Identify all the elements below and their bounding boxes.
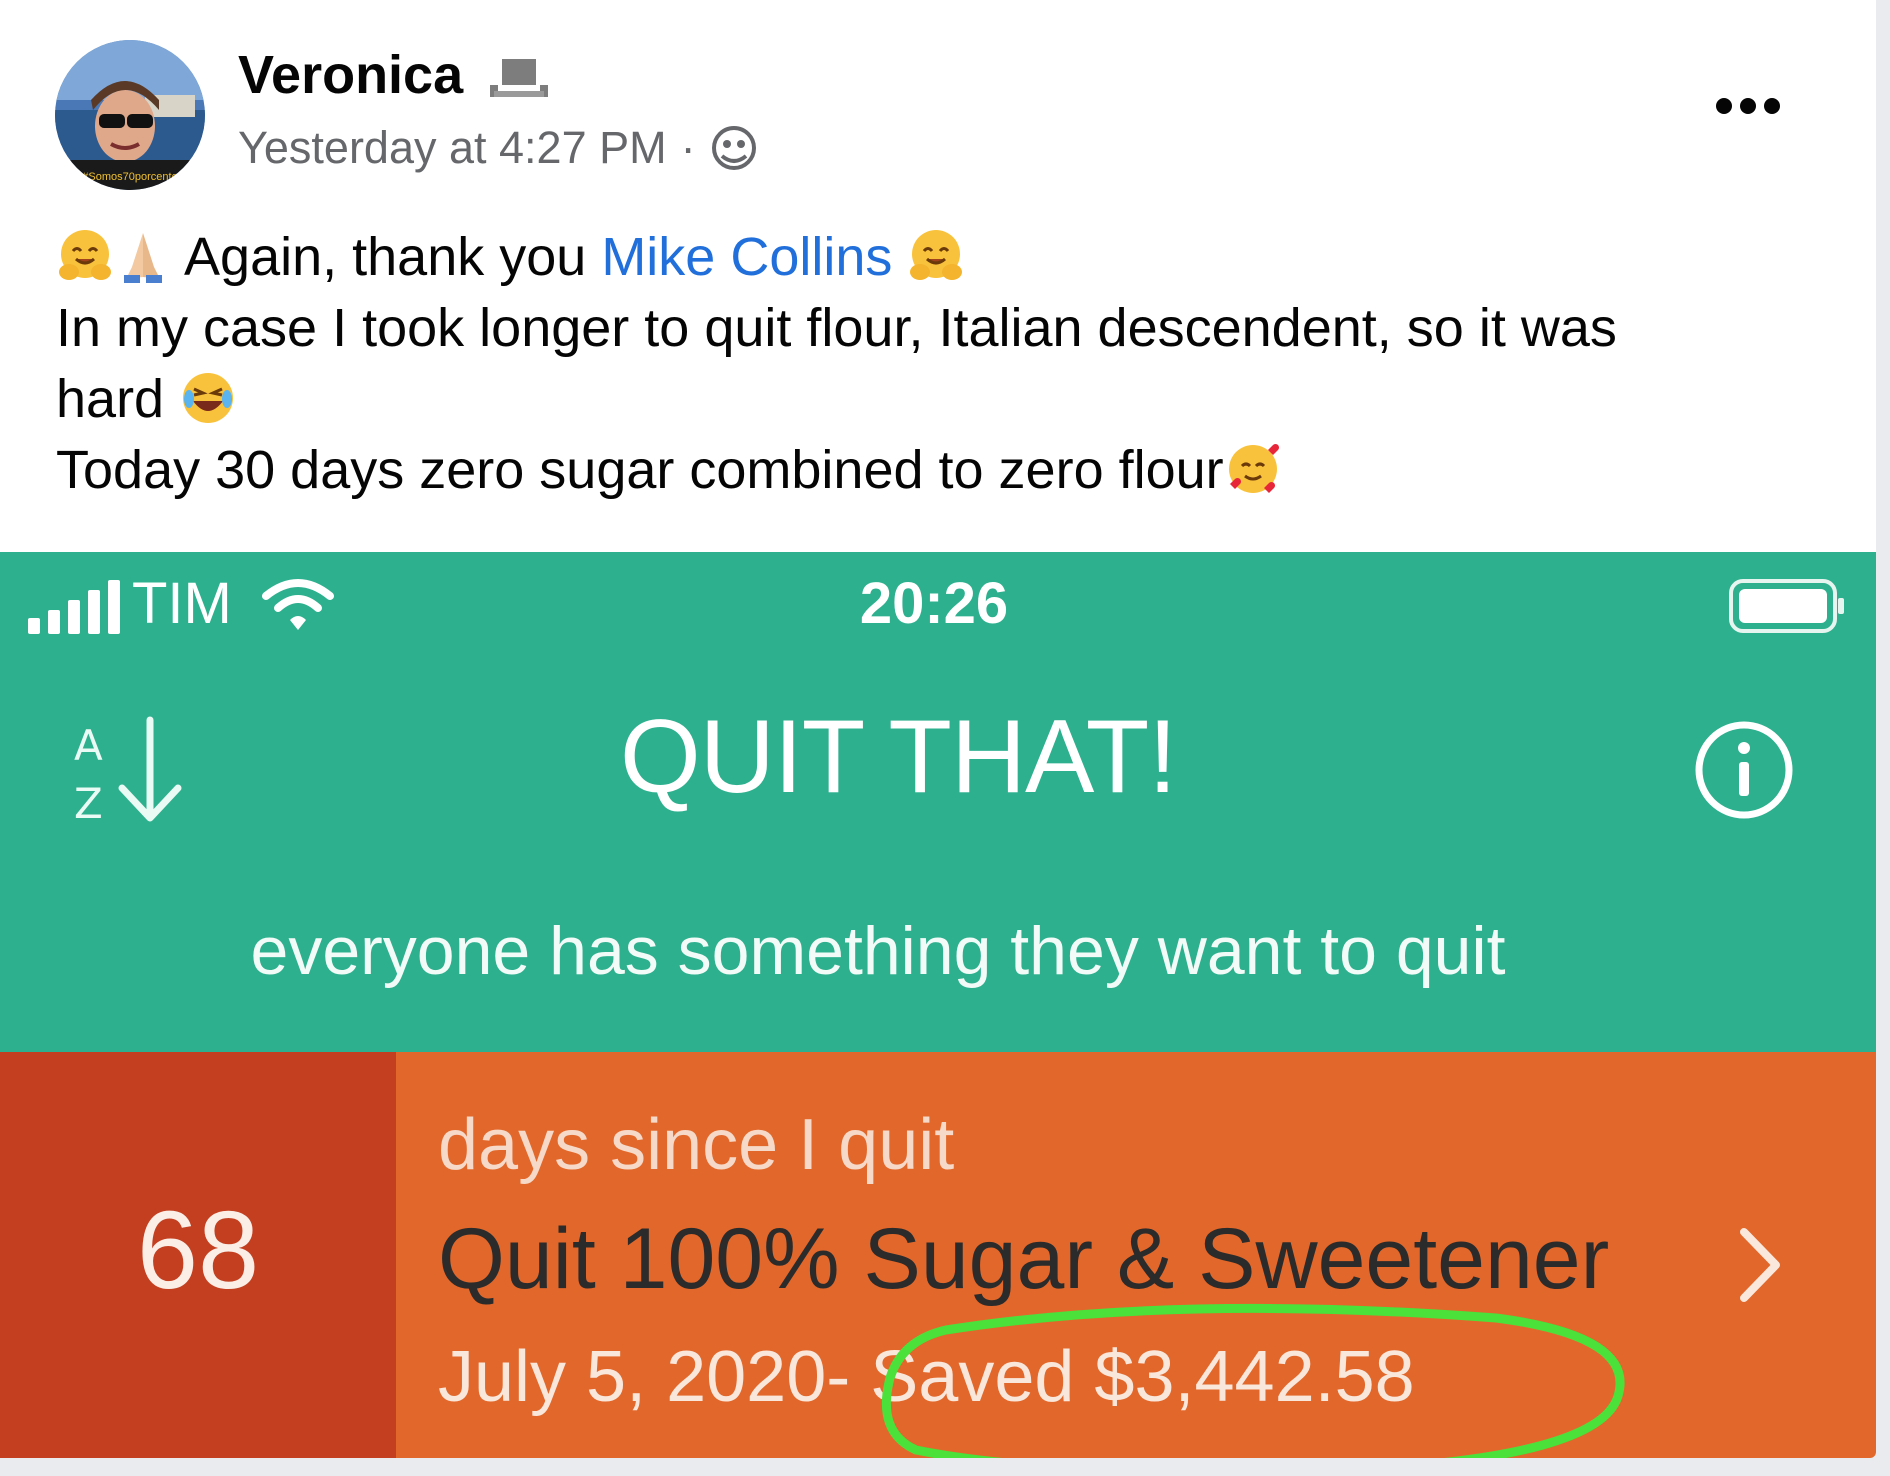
smiling-hearts-emoji (1228, 443, 1279, 493)
days-count-box: 68 (0, 1052, 396, 1458)
post-text-thanks: Again, thank you (184, 227, 602, 287)
facebook-post: #Somos70porcento Veronica Yesterday at 4… (0, 0, 1876, 1458)
post-line-4: Today 30 days zero sugar combined to zer… (56, 435, 1846, 506)
more-options-button[interactable] (1716, 86, 1780, 126)
avatar-image: #Somos70porcento (55, 40, 205, 190)
author-name-text[interactable]: Veronica (238, 45, 463, 105)
more-icon-dot (1716, 98, 1732, 114)
audience-icon[interactable] (710, 124, 758, 172)
author-name[interactable]: Veronica (238, 44, 549, 106)
highlight-circle (881, 1303, 1625, 1458)
redacted-badge-icon (490, 58, 549, 97)
quit-start-date: July 5, 2020 (438, 1337, 827, 1417)
avatar-caption: #Somos70porcento (82, 171, 177, 183)
more-icon-dot (1740, 98, 1756, 114)
quit-item-name: Quit 100% Sugar & Sweetener (438, 1211, 1610, 1307)
app-header: TIM 20:26 A Z QUIT THAT! everyone has so… (0, 552, 1876, 1052)
info-icon[interactable] (1692, 718, 1796, 822)
days-since-label: days since I quit (438, 1105, 955, 1185)
post-timestamp[interactable]: Yesterday at 4:27 PM (238, 122, 667, 174)
post-body: Again, thank you Mike Collins In my case… (56, 222, 1846, 506)
status-time: 20:26 (859, 571, 1009, 636)
post-line-3: hard (56, 364, 1846, 435)
avatar[interactable]: #Somos70porcento (55, 40, 205, 190)
hugging-face-emoji (910, 230, 963, 280)
folded-hands-emoji (124, 233, 162, 283)
post-text-today: Today 30 days zero sugar combined to zer… (56, 440, 1224, 500)
post-meta: Yesterday at 4:27 PM · (238, 122, 758, 174)
more-icon-dot (1764, 98, 1780, 114)
battery-icon (1729, 579, 1844, 633)
status-bar: TIM 20:26 (0, 552, 1876, 662)
post-text-hard: hard (56, 369, 165, 429)
app-tagline: everyone has something they want to quit (250, 913, 1506, 989)
meta-separator: · (680, 122, 696, 173)
mention-link[interactable]: Mike Collins (601, 227, 892, 287)
post-line-1: Again, thank you Mike Collins (56, 222, 1846, 293)
chevron-right-icon[interactable] (1730, 1220, 1790, 1310)
hugging-face-emoji (59, 230, 111, 280)
app-title: QUIT THAT! (619, 699, 1177, 815)
post-line-2: In my case I took longer to quit flour, … (56, 298, 1617, 358)
laughing-emoji (183, 373, 234, 423)
days-count: 68 (136, 1188, 260, 1312)
